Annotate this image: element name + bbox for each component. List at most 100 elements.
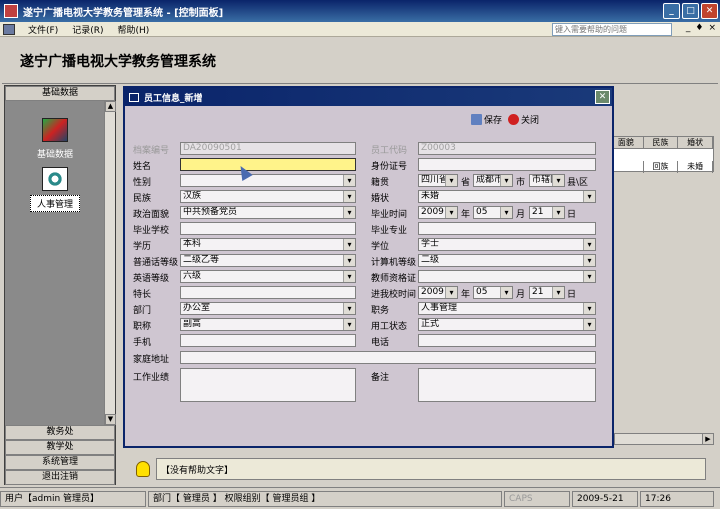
mandarin-select[interactable]: 二级乙等 [180, 254, 356, 267]
label-title-rank: 职称 [133, 322, 152, 332]
nav-group-academic[interactable]: 教务处 [5, 425, 115, 440]
label-emp-code: 员工代码 [371, 146, 408, 156]
scroll-right-icon[interactable]: ▶ [702, 434, 713, 444]
grad-month-select[interactable]: 05 [473, 206, 513, 219]
menu-file[interactable]: 文件(F) [21, 23, 65, 36]
label-grad-date: 毕业时间 [371, 210, 408, 220]
label-emp-status: 用工状态 [371, 322, 408, 332]
province-unit: 省 [461, 178, 471, 188]
province-select[interactable]: 四川省 [418, 174, 458, 187]
join-day-select[interactable]: 21 [529, 286, 565, 299]
mdi-close-button[interactable]: × [708, 23, 716, 33]
specialty-field[interactable] [180, 286, 356, 299]
education-select[interactable]: 本科 [180, 238, 356, 251]
emp-code-field[interactable]: Z00003 [418, 142, 596, 155]
english-select[interactable]: 六级 [180, 270, 356, 283]
scroll-up-icon[interactable]: ▲ [105, 101, 116, 112]
label-specialty: 特长 [133, 290, 152, 300]
dialog-close-button[interactable]: ✕ [595, 90, 610, 104]
menu-record[interactable]: 记录(R) [65, 23, 110, 36]
mdi-restore-button[interactable]: ♦ [695, 23, 703, 33]
nav-group-system[interactable]: 系统管理 [5, 455, 115, 470]
title-rank-select[interactable]: 副高 [180, 318, 356, 331]
ethnic-select[interactable]: 汉族 [180, 190, 356, 203]
help-search-input[interactable]: 键入需要帮助的问题 [552, 23, 672, 36]
form-icon[interactable] [3, 23, 15, 35]
label-education: 学历 [133, 242, 152, 252]
label-name: 姓名 [133, 162, 152, 172]
political-select[interactable]: 中共预备党员 [180, 206, 356, 219]
label-native: 籍贯 [371, 178, 390, 188]
label-archive-no: 档案编号 [133, 146, 170, 156]
city-select[interactable]: 成都市 [473, 174, 513, 187]
grid-header-row: 面貌 民族 婚状 [609, 137, 714, 149]
nav-item-basic-data[interactable]: 基础数据 [5, 118, 105, 161]
day-unit: 日 [567, 290, 577, 300]
label-address: 家庭地址 [133, 355, 170, 365]
teacher-cert-select[interactable] [418, 270, 596, 283]
close-label: 关闭 [521, 116, 540, 126]
nav-item-hr[interactable]: 人事管理 [5, 167, 105, 212]
id-no-field[interactable] [418, 158, 596, 171]
marital-select[interactable]: 未婚 [418, 190, 596, 203]
month-unit: 月 [516, 210, 526, 220]
status-time: 17:26 [640, 490, 714, 507]
nav-item-label: 人事管理 [29, 195, 80, 212]
org-chart-icon [42, 167, 68, 191]
join-year-select[interactable]: 2009 [418, 286, 458, 299]
mobile-field[interactable] [180, 334, 356, 347]
nav-scrollbar[interactable]: ▲ ▼ [104, 101, 116, 425]
minimize-button[interactable]: _ [663, 3, 680, 19]
gender-select[interactable] [180, 174, 356, 187]
form-icon [129, 92, 139, 102]
menu-help[interactable]: 帮助(H) [110, 23, 156, 36]
grid-cell: 未婚 [678, 161, 714, 173]
status-date: 2009-5-21 [572, 490, 638, 507]
grad-year-select[interactable]: 2009 [418, 206, 458, 219]
phone-field[interactable] [418, 334, 596, 347]
school-field[interactable] [180, 222, 356, 235]
archive-no-field[interactable]: DA20090501 [180, 142, 356, 155]
label-degree: 学位 [371, 242, 390, 252]
label-phone: 电话 [371, 338, 390, 348]
close-button[interactable]: ✕ [701, 3, 718, 19]
grid-header[interactable]: 面貌 [609, 137, 644, 148]
app-titlebar: 遂宁广播电视大学教务管理系统 - [控制面板] _ □ ✕ [0, 0, 720, 22]
save-button[interactable]: 保存 [471, 113, 502, 126]
county-unit: 县\区 [567, 178, 589, 188]
grad-day-select[interactable]: 21 [529, 206, 565, 219]
duty-select[interactable]: 人事管理 [418, 302, 596, 315]
employee-dialog: 员工信息_新增 ✕ 保存 关闭 档案编号 DA20090501 员工代码 Z00… [123, 86, 614, 448]
degree-select[interactable]: 学士 [418, 238, 596, 251]
join-month-select[interactable]: 05 [473, 286, 513, 299]
nav-group-teaching[interactable]: 教学处 [5, 440, 115, 455]
help-text: 【没有帮助文字】 [156, 458, 706, 480]
label-teacher-cert: 教师资格证 [371, 274, 417, 284]
major-field[interactable] [418, 222, 596, 235]
grid-header[interactable]: 民族 [644, 137, 679, 148]
department-select[interactable]: 办公室 [180, 302, 356, 315]
year-unit: 年 [461, 290, 471, 300]
scroll-down-icon[interactable]: ▼ [105, 414, 116, 425]
label-mobile: 手机 [133, 338, 152, 348]
close-dialog-button[interactable]: 关闭 [508, 113, 539, 126]
address-field[interactable] [180, 351, 596, 364]
grid-header[interactable]: 婚状 [678, 137, 714, 148]
dialog-title: 员工信息_新增 [144, 93, 203, 104]
label-duty: 职务 [371, 306, 390, 316]
county-select[interactable]: 市辖区 [529, 174, 565, 187]
status-dept: 部门【 管理员 】 权限组别【 管理员组 】 [148, 490, 502, 507]
mdi-minimize-button[interactable]: _ [686, 23, 691, 33]
table-row[interactable]: 回族 未婚 [609, 161, 714, 173]
performance-textarea[interactable] [180, 368, 356, 402]
dialog-titlebar[interactable]: 员工信息_新增 [125, 88, 612, 106]
name-field[interactable] [180, 158, 356, 171]
nav-group-logout[interactable]: 退出注销 [5, 470, 115, 485]
emp-status-select[interactable]: 正式 [418, 318, 596, 331]
nav-header[interactable]: 基础数据 [5, 86, 115, 101]
computer-select[interactable]: 二级 [418, 254, 596, 267]
grid-hscrollbar[interactable]: ▶ [614, 433, 714, 445]
label-gender: 性别 [133, 178, 152, 188]
maximize-button[interactable]: □ [682, 3, 699, 19]
remark-textarea[interactable] [418, 368, 596, 402]
